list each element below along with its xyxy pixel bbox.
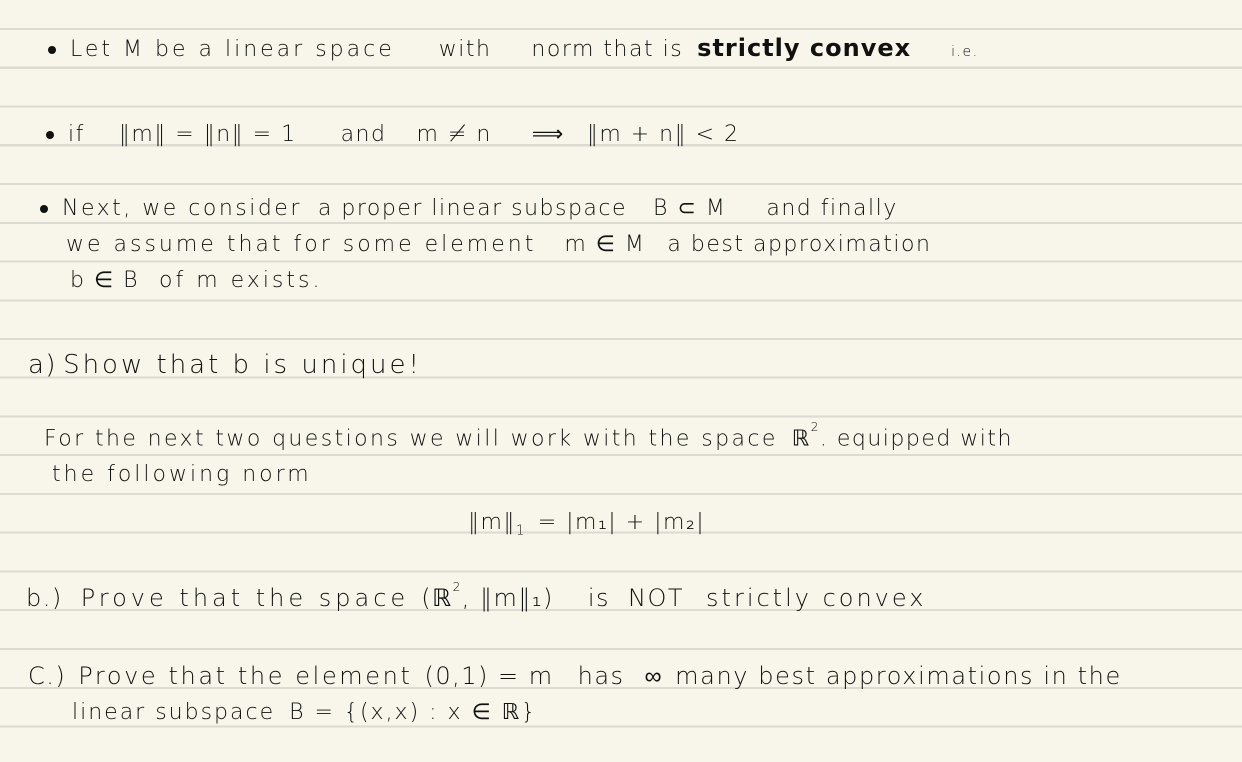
inequality-formula: m ≠ n <box>416 122 492 147</box>
norm-equality-formula: ‖m‖ = ‖n‖ = 1 <box>118 122 297 147</box>
best-approx-formula: b ∈ B <box>70 268 140 293</box>
question-c-cont: linear subspace B = {(x,x) : x ∈ ℝ} <box>72 700 537 725</box>
question-a-text: Show that b is unique! <box>63 350 422 380</box>
question-b-label: b.) <box>26 584 63 612</box>
intro-text: norm that is <box>531 37 684 62</box>
context-text: For the next two questions we will work … <box>44 426 778 452</box>
intro-text: with <box>438 37 492 62</box>
question-b-text: is <box>587 584 611 612</box>
question-a: a) Show that b is unique! <box>28 350 422 380</box>
intro-line-3-cont-1: we assume that for some element m ∈ M a be… <box>66 232 931 257</box>
question-c-text: linear subspace <box>72 700 276 725</box>
space-formula: (ℝ <box>421 584 453 612</box>
question-c-text: many best approximations in the <box>675 662 1122 690</box>
infinity-symbol: ∞ <box>644 662 664 690</box>
question-a-label: a) <box>28 350 58 380</box>
intro-line-3: Next, we consider a proper linear subspac… <box>40 196 898 221</box>
subspace-formula: B ⊂ M <box>653 196 727 221</box>
implies-symbol: ⟹ <box>531 122 565 147</box>
context-text: . equipped with <box>819 426 1013 452</box>
real-space-symbol: ℝ <box>791 426 811 452</box>
question-c-text: has <box>577 662 625 690</box>
intro-text: if <box>68 122 85 147</box>
intro-line-3-cont-2: b ∈ B of m exists. <box>70 268 322 293</box>
element-formula: (0,1) = m <box>424 662 554 690</box>
bullet-icon <box>46 131 54 139</box>
element-formula: m ∈ M <box>564 232 646 257</box>
intro-text: Let M be a linear space <box>70 37 395 62</box>
intro-text: and finally <box>766 196 898 221</box>
intro-line-1: Let M be a linear space with norm that is s… <box>48 34 979 62</box>
question-c-text: Prove that the element <box>78 662 413 690</box>
intro-text: and <box>340 122 387 147</box>
question-c-label: C.) <box>28 662 67 690</box>
not-emphasis: NOT <box>628 584 685 612</box>
intro-text: of m exists. <box>159 268 323 293</box>
norm-lhs: ‖m‖ <box>468 510 516 535</box>
notebook-page: Let M be a linear space with norm that is s… <box>0 0 1242 762</box>
norm-definition: ‖m‖1 = |m₁| + |m₂| <box>468 510 705 538</box>
question-b-text: strictly convex <box>706 584 927 612</box>
norm-rhs: = |m₁| + |m₂| <box>537 510 706 535</box>
subspace-set-formula: B = {(x,x) : x ∈ ℝ} <box>289 700 538 725</box>
norm-subscript: 1 <box>515 523 526 539</box>
space-formula: , ‖m‖₁) <box>461 584 554 612</box>
exponent: 2 <box>452 580 462 594</box>
bullet-icon <box>40 205 48 213</box>
context-text: the following norm <box>52 462 312 487</box>
intro-text: Next, we consider <box>62 196 302 221</box>
context-line-1: For the next two questions we will work … <box>44 420 1013 452</box>
question-c: C.) Prove that the element (0,1) = m has ∞ ma… <box>28 662 1122 691</box>
intro-text: we assume that for some element <box>66 232 537 257</box>
intro-text: a best approximation <box>667 232 932 257</box>
exponent: 2 <box>810 420 820 434</box>
bullet-icon <box>48 46 56 54</box>
intro-line-2: if ‖m‖ = ‖n‖ = 1 and m ≠ n ⟹ ‖m + n‖ < 2 <box>46 122 740 147</box>
intro-text: a proper linear subspace <box>317 196 628 221</box>
context-line-2: the following norm <box>52 462 312 487</box>
question-b-text: Prove that the space <box>80 584 410 612</box>
strictly-convex-emphasis: strictly convex <box>697 34 912 62</box>
strict-convexity-formula: ‖m + n‖ < 2 <box>586 122 740 147</box>
question-b: b.) Prove that the space (ℝ2, ‖m‖₁) is NOT st… <box>26 580 927 612</box>
ie-abbrev: i.e. <box>951 44 979 60</box>
